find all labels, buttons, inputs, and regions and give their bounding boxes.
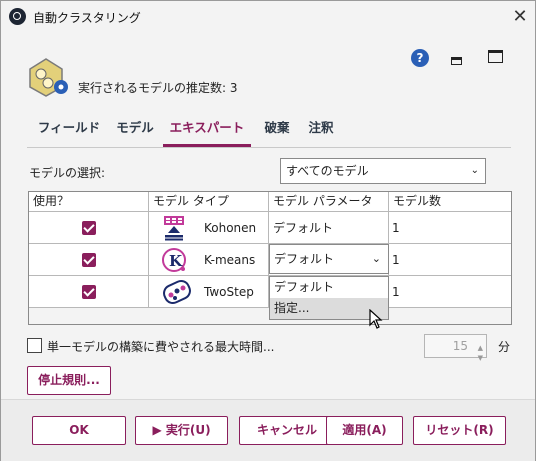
model-count-cell[interactable]: 1 bbox=[389, 212, 511, 244]
model-params-cell[interactable]: デフォルト bbox=[269, 212, 389, 244]
column-header-model-params: モデル パラメータ bbox=[269, 192, 389, 212]
tab-bar: フィールド モデル エキスパート 破棄 注釈 bbox=[27, 117, 511, 147]
max-time-checkbox[interactable] bbox=[27, 338, 42, 353]
model-select-label: モデルの選択: bbox=[29, 166, 106, 180]
run-button[interactable]: ▶ 実行(U) bbox=[135, 416, 228, 445]
column-header-model-count: モデル数 bbox=[389, 192, 511, 212]
cancel-button[interactable]: キャンセル bbox=[239, 416, 335, 445]
mouse-cursor-icon bbox=[369, 309, 383, 329]
model-type-label: TwoStep bbox=[204, 285, 254, 299]
minimize-panel-icon[interactable] bbox=[451, 57, 462, 65]
tab-expert[interactable]: エキスパート bbox=[163, 117, 251, 147]
table-row bbox=[29, 212, 149, 244]
model-count-cell[interactable]: 1 bbox=[389, 244, 511, 276]
use-checkbox-kohonen[interactable] bbox=[82, 221, 96, 235]
model-count-value: 1 bbox=[392, 253, 400, 267]
use-checkbox-twostep[interactable] bbox=[82, 285, 96, 299]
ok-button[interactable]: OK bbox=[32, 416, 126, 445]
column-header-use: 使用？ bbox=[29, 192, 149, 212]
max-time-label: 単一モデルの構築に費やされる最大時間... bbox=[47, 340, 275, 354]
model-select-dropdown[interactable]: すべてのモデル ⌄ bbox=[280, 158, 486, 184]
model-type-label: K-means bbox=[204, 253, 256, 267]
window-title: 自動クラスタリング bbox=[33, 11, 141, 25]
model-type-cell: K K-means bbox=[149, 244, 269, 276]
table-row bbox=[29, 276, 149, 308]
maximize-panel-icon[interactable] bbox=[488, 50, 503, 63]
tab-divider bbox=[27, 147, 511, 148]
model-params-dropdown-value: デフォルト bbox=[274, 252, 335, 266]
chevron-down-icon: ⌄ bbox=[470, 165, 479, 176]
stop-rules-button[interactable]: 停止規則... bbox=[27, 366, 111, 395]
app-icon bbox=[9, 8, 26, 25]
model-type-label: Kohonen bbox=[204, 221, 257, 235]
max-time-value: 15 bbox=[452, 339, 468, 353]
kmeans-icon: K bbox=[162, 248, 186, 272]
close-icon[interactable]: ✕ bbox=[509, 6, 531, 28]
max-time-spinner[interactable]: 15 ▲ ▼ bbox=[424, 334, 487, 362]
model-count-cell[interactable]: 1 bbox=[389, 276, 511, 308]
option-default[interactable]: デフォルト bbox=[270, 277, 388, 298]
tab-annotations[interactable]: 注釈 bbox=[305, 117, 337, 147]
table-row bbox=[29, 244, 149, 276]
chevron-down-icon: ⌄ bbox=[371, 252, 381, 265]
svg-text:K: K bbox=[169, 252, 183, 270]
max-time-unit: 分 bbox=[498, 340, 511, 354]
kohonen-icon bbox=[164, 216, 184, 241]
apply-button[interactable]: 適用(A) bbox=[326, 416, 403, 445]
spin-down-icon[interactable]: ▼ bbox=[478, 347, 483, 369]
auto-cluster-icon bbox=[29, 58, 68, 97]
model-count-value: 1 bbox=[392, 285, 400, 299]
tab-fields[interactable]: フィールド bbox=[35, 117, 103, 147]
reset-button[interactable]: リセット(R) bbox=[413, 416, 506, 445]
model-type-cell: TwoStep bbox=[149, 276, 269, 308]
model-params-dropdown[interactable]: デフォルト ⌄ bbox=[269, 244, 389, 274]
column-header-model-type: モデル タイプ bbox=[149, 192, 269, 212]
use-checkbox-kmeans[interactable] bbox=[82, 253, 96, 267]
model-select-value: すべてのモデル bbox=[286, 164, 369, 178]
model-count-value: 1 bbox=[392, 221, 400, 235]
model-params-value: デフォルト bbox=[273, 221, 334, 235]
dialog-window: 自動クラスタリング ✕ 実行されるモデルの推定数: 3 ? フィールド モデル … bbox=[0, 0, 536, 461]
twostep-icon bbox=[163, 279, 191, 305]
model-type-cell: Kohonen bbox=[149, 212, 269, 244]
estimated-model-count: 実行されるモデルの推定数: 3 bbox=[78, 81, 238, 95]
tab-discard[interactable]: 破棄 bbox=[261, 117, 293, 147]
help-icon[interactable]: ? bbox=[411, 49, 429, 67]
tab-model[interactable]: モデル bbox=[113, 117, 157, 147]
